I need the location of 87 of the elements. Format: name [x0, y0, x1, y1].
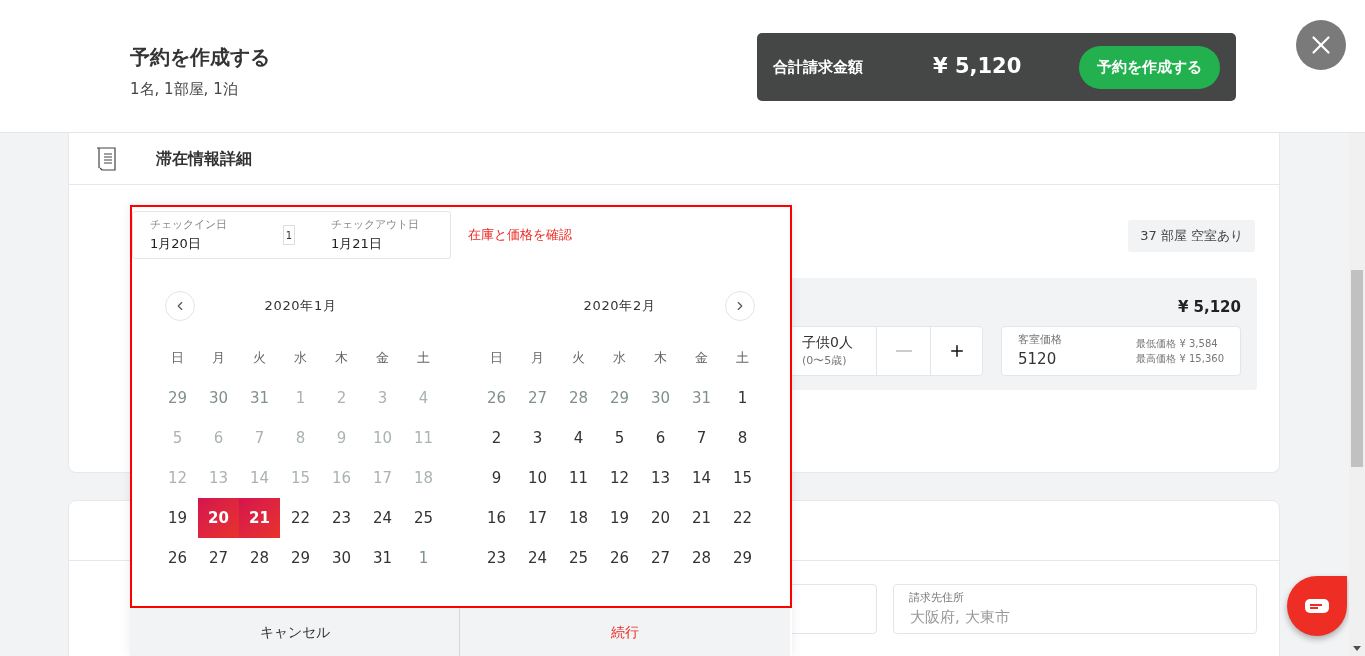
calendar-day[interactable]: 27: [198, 538, 239, 578]
cancel-button[interactable]: キャンセル: [130, 608, 460, 656]
calendar-day[interactable]: 21: [239, 498, 280, 538]
weekday-label: 木: [654, 349, 667, 368]
nights-count: 1: [283, 225, 295, 245]
booking-summary: 1名, 1部屋, 1泊: [130, 79, 239, 100]
calendar-day[interactable]: 22: [722, 498, 763, 538]
calendar-day[interactable]: 7: [681, 418, 722, 458]
modal-title: 予約を作成する: [130, 44, 270, 71]
calendar-day[interactable]: 6: [640, 418, 681, 458]
calendar-day[interactable]: 16: [476, 498, 517, 538]
calendar-day[interactable]: 24: [517, 538, 558, 578]
chat-button[interactable]: [1287, 576, 1347, 636]
maximum-price: 最高価格 ¥ 15,360: [1136, 352, 1224, 366]
field-label: 客室価格: [1018, 331, 1062, 348]
room-total: ¥ 5,120: [1177, 296, 1241, 318]
calendar-day[interactable]: 11: [558, 458, 599, 498]
month-title: 2020年1月: [264, 297, 337, 316]
weekday-label: 火: [572, 349, 585, 368]
weekday-label: 日: [171, 349, 184, 368]
calendar-day[interactable]: 28: [681, 538, 722, 578]
weekday-label: 土: [736, 349, 749, 368]
calendar-day[interactable]: 17: [517, 498, 558, 538]
calendar-day[interactable]: 28: [239, 538, 280, 578]
weekday-label: 火: [253, 349, 266, 368]
calendar-day[interactable]: 31: [362, 538, 403, 578]
weekday-label: 土: [417, 349, 430, 368]
weekday-label: 水: [294, 349, 307, 368]
check-availability-link[interactable]: 在庫と価格を確認: [468, 225, 572, 245]
calendar-day[interactable]: 24: [362, 498, 403, 538]
calendar-day[interactable]: 3: [517, 418, 558, 458]
field-label: 請求先住所: [909, 590, 964, 606]
calendar-day[interactable]: 29: [722, 538, 763, 578]
calendar-day[interactable]: 29: [280, 538, 321, 578]
calendar-day[interactable]: 19: [599, 498, 640, 538]
calendar-day[interactable]: 8: [722, 418, 763, 458]
weekday-label: 木: [335, 349, 348, 368]
room-price-field[interactable]: 客室価格 5120 最低価格 ¥ 3,584 最高価格 ¥ 15,360: [1001, 326, 1241, 376]
calendar-day[interactable]: 20: [198, 498, 239, 538]
weekday-label: 日: [490, 349, 503, 368]
next-month-button[interactable]: [725, 291, 755, 321]
calendar-day[interactable]: 18: [558, 498, 599, 538]
weekday-label: 月: [212, 349, 225, 368]
total-label: 合計請求金額: [773, 56, 864, 78]
calendar-day[interactable]: 30: [321, 538, 362, 578]
calendar-day[interactable]: 25: [558, 538, 599, 578]
calendar-day[interactable]: 25: [403, 498, 444, 538]
chat-icon: [1305, 599, 1329, 613]
previous-month-button[interactable]: [165, 291, 195, 321]
continue-button[interactable]: 続行: [460, 608, 790, 656]
section-title: 滞在情報詳細: [156, 147, 252, 170]
calendar-day[interactable]: 15: [722, 458, 763, 498]
minus-icon: [895, 350, 912, 352]
field-value: 1月20日: [150, 234, 202, 253]
calendar-day[interactable]: 2: [476, 418, 517, 458]
calendar-day[interactable]: 13: [640, 458, 681, 498]
minimum-price: 最低価格 ¥ 3,584: [1136, 337, 1219, 351]
calendar-day[interactable]: 5: [599, 418, 640, 458]
calendar-day[interactable]: 23: [321, 498, 362, 538]
weekday-label: 金: [695, 349, 708, 368]
calendar-day[interactable]: 10: [517, 458, 558, 498]
calendar-day[interactable]: 26: [157, 538, 198, 578]
month-title: 2020年2月: [583, 297, 656, 316]
field-label: チェックアウト日: [331, 217, 419, 233]
calendar-day[interactable]: 26: [599, 538, 640, 578]
date-range-field[interactable]: チェックイン日 1月20日 1 チェックアウト日 1月21日: [132, 211, 451, 259]
availability-tag: 37 部屋 空室あり: [1128, 220, 1255, 252]
calendar-day[interactable]: 23: [476, 538, 517, 578]
children-age-note: (0〜5歳): [802, 353, 848, 370]
weekday-label: 月: [531, 349, 544, 368]
calendar-day[interactable]: 21: [681, 498, 722, 538]
weekday-label: 水: [613, 349, 626, 368]
field-value: 1月21日: [331, 234, 383, 253]
calendar-day[interactable]: 1: [722, 378, 763, 418]
calendar-day[interactable]: 20: [640, 498, 681, 538]
calendar-day[interactable]: 27: [640, 538, 681, 578]
calendar-day[interactable]: 22: [280, 498, 321, 538]
calendar-day[interactable]: 12: [599, 458, 640, 498]
field-label: チェックイン日: [150, 217, 228, 233]
calendar-day[interactable]: 14: [681, 458, 722, 498]
calendar-day[interactable]: 9: [476, 458, 517, 498]
total-amount: ¥ 5,120: [933, 53, 1022, 81]
calendar-day[interactable]: 19: [157, 498, 198, 538]
calendar-day[interactable]: 4: [558, 418, 599, 458]
children-count: 子供0人: [802, 333, 854, 353]
field-value: 5120: [1018, 349, 1058, 370]
weekday-label: 金: [376, 349, 389, 368]
